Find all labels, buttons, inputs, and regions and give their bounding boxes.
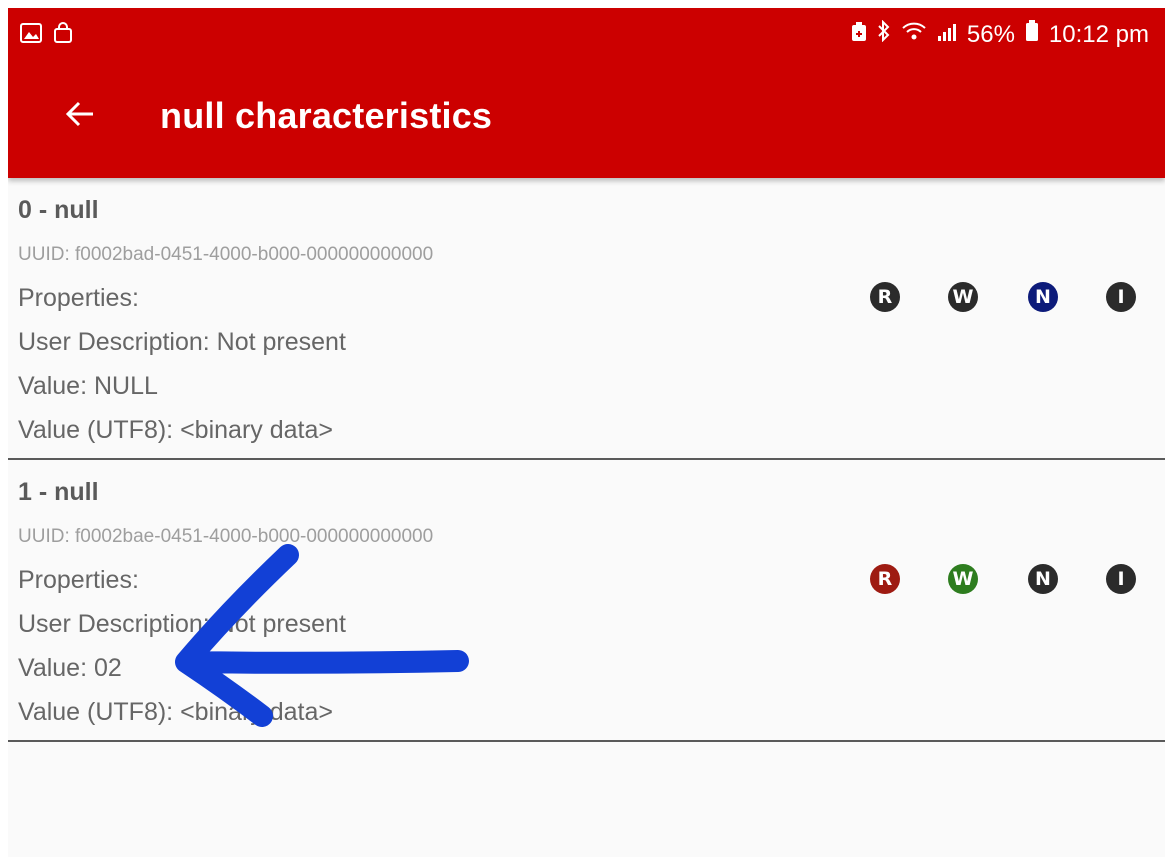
characteristic-name: 0 - null <box>18 196 99 224</box>
properties-label: Properties: <box>18 566 139 594</box>
status-bar-right: 56% 10:12 pm <box>851 19 1149 49</box>
characteristic-uuid: UUID: f0002bae-0451-4000-b000-0000000000… <box>18 526 434 547</box>
value-utf8-text: Value (UTF8): <binary data> <box>18 698 333 726</box>
signal-icon <box>937 21 957 49</box>
shopping-bag-icon <box>52 22 74 49</box>
indicate-property-button[interactable]: I <box>1106 564 1136 594</box>
page-title: null characteristics <box>160 95 493 136</box>
read-property-button[interactable]: R <box>870 282 900 312</box>
back-button[interactable] <box>60 96 100 136</box>
properties-label: Properties: <box>18 284 139 312</box>
clock: 10:12 pm <box>1048 20 1149 48</box>
characteristic-name: 1 - null <box>18 478 99 506</box>
indicate-property-button[interactable]: I <box>1106 282 1136 312</box>
characteristic-item[interactable]: 1 - null UUID: f0002bae-0451-4000-b000-0… <box>8 460 1165 742</box>
value-text: Value: 02 <box>18 654 122 682</box>
arrow-left-icon <box>65 101 95 132</box>
gallery-icon <box>20 23 42 48</box>
characteristic-uuid: UUID: f0002bad-0451-4000-b000-0000000000… <box>18 244 434 265</box>
read-property-button[interactable]: R <box>870 564 900 594</box>
write-property-button[interactable]: W <box>948 282 978 312</box>
screen: 56% 10:12 pm null characteristics 0 - nu… <box>8 8 1165 857</box>
user-description: User Description: Not present <box>18 610 346 638</box>
value-utf8-text: Value (UTF8): <binary data> <box>18 416 333 444</box>
write-property-button[interactable]: W <box>948 564 978 594</box>
notify-property-button[interactable]: N <box>1028 282 1058 312</box>
user-description: User Description: Not present <box>18 328 346 356</box>
value-text: Value: NULL <box>18 372 158 400</box>
bluetooth-icon <box>877 19 891 49</box>
app-bar: 56% 10:12 pm null characteristics <box>8 8 1165 178</box>
notify-property-button[interactable]: N <box>1028 564 1058 594</box>
battery-percent: 56% <box>966 20 1015 48</box>
battery-icon <box>1025 20 1039 49</box>
characteristic-list: 0 - null UUID: f0002bad-0451-4000-b000-0… <box>8 178 1165 742</box>
wifi-icon <box>901 20 927 49</box>
characteristic-item[interactable]: 0 - null UUID: f0002bad-0451-4000-b000-0… <box>8 178 1165 460</box>
battery-saver-icon <box>851 21 867 49</box>
status-bar-left <box>20 22 74 49</box>
